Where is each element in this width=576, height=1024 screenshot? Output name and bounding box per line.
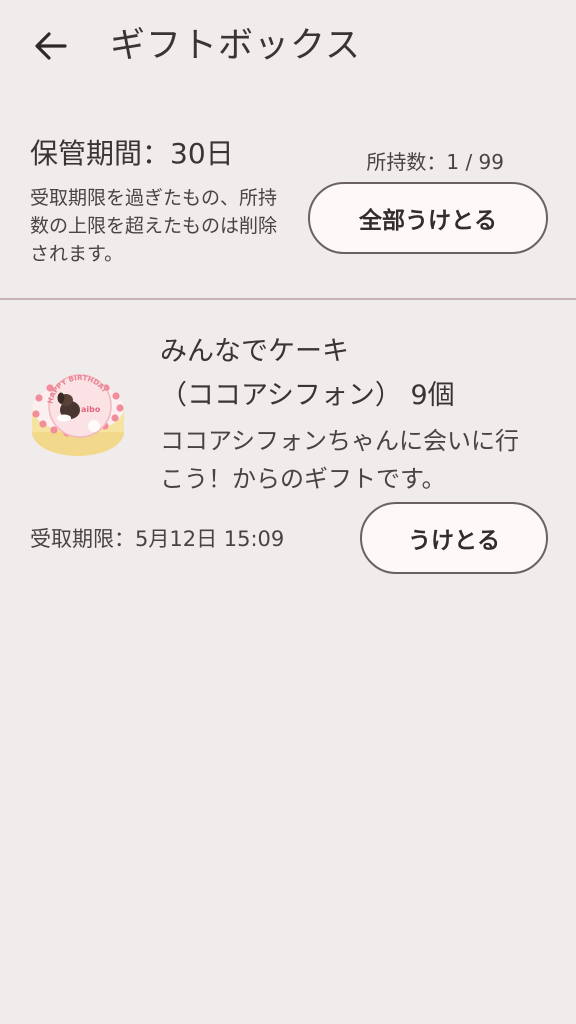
back-button[interactable] (26, 22, 74, 70)
receive-deadline: 受取期限：5月12日 15:09 (30, 527, 285, 551)
app-header: ギフトボックス (0, 0, 576, 96)
deletion-note: 受取期限を過ぎたもの、所持数の上限を超えたものは削除されます。 (30, 187, 278, 265)
birthday-cake-icon: HAPPY BIRTHDAY aibo (30, 362, 130, 462)
arrow-left-icon (35, 32, 67, 60)
gift-name-line2: （ココアシフォン） 9個 (160, 380, 455, 411)
gift-name: みんなでケーキ （ココアシフォン） 9個 (160, 330, 560, 418)
gift-sender-text: ココアシフォンちゃんに会いに行こう！からのギフトです。 (160, 427, 520, 493)
svg-text:aibo: aibo (81, 405, 101, 414)
receive-button[interactable]: うけとる (360, 502, 548, 574)
gift-box-summary: 保管期間：30日 受取期限を過ぎたもの、所持数の上限を超えたものは削除されます。… (0, 96, 576, 298)
gift-name-line1: みんなでケーキ (160, 336, 349, 367)
receive-all-button[interactable]: 全部うけとる (308, 182, 548, 254)
storage-period: 保管期間：30日 (30, 137, 234, 170)
gift-list-item: HAPPY BIRTHDAY aibo みんなでケーキ （ココアシフォン） 9個… (0, 300, 576, 590)
page-title: ギフトボックス (110, 26, 361, 66)
item-count: 所持数：1 / 99 (366, 150, 504, 174)
